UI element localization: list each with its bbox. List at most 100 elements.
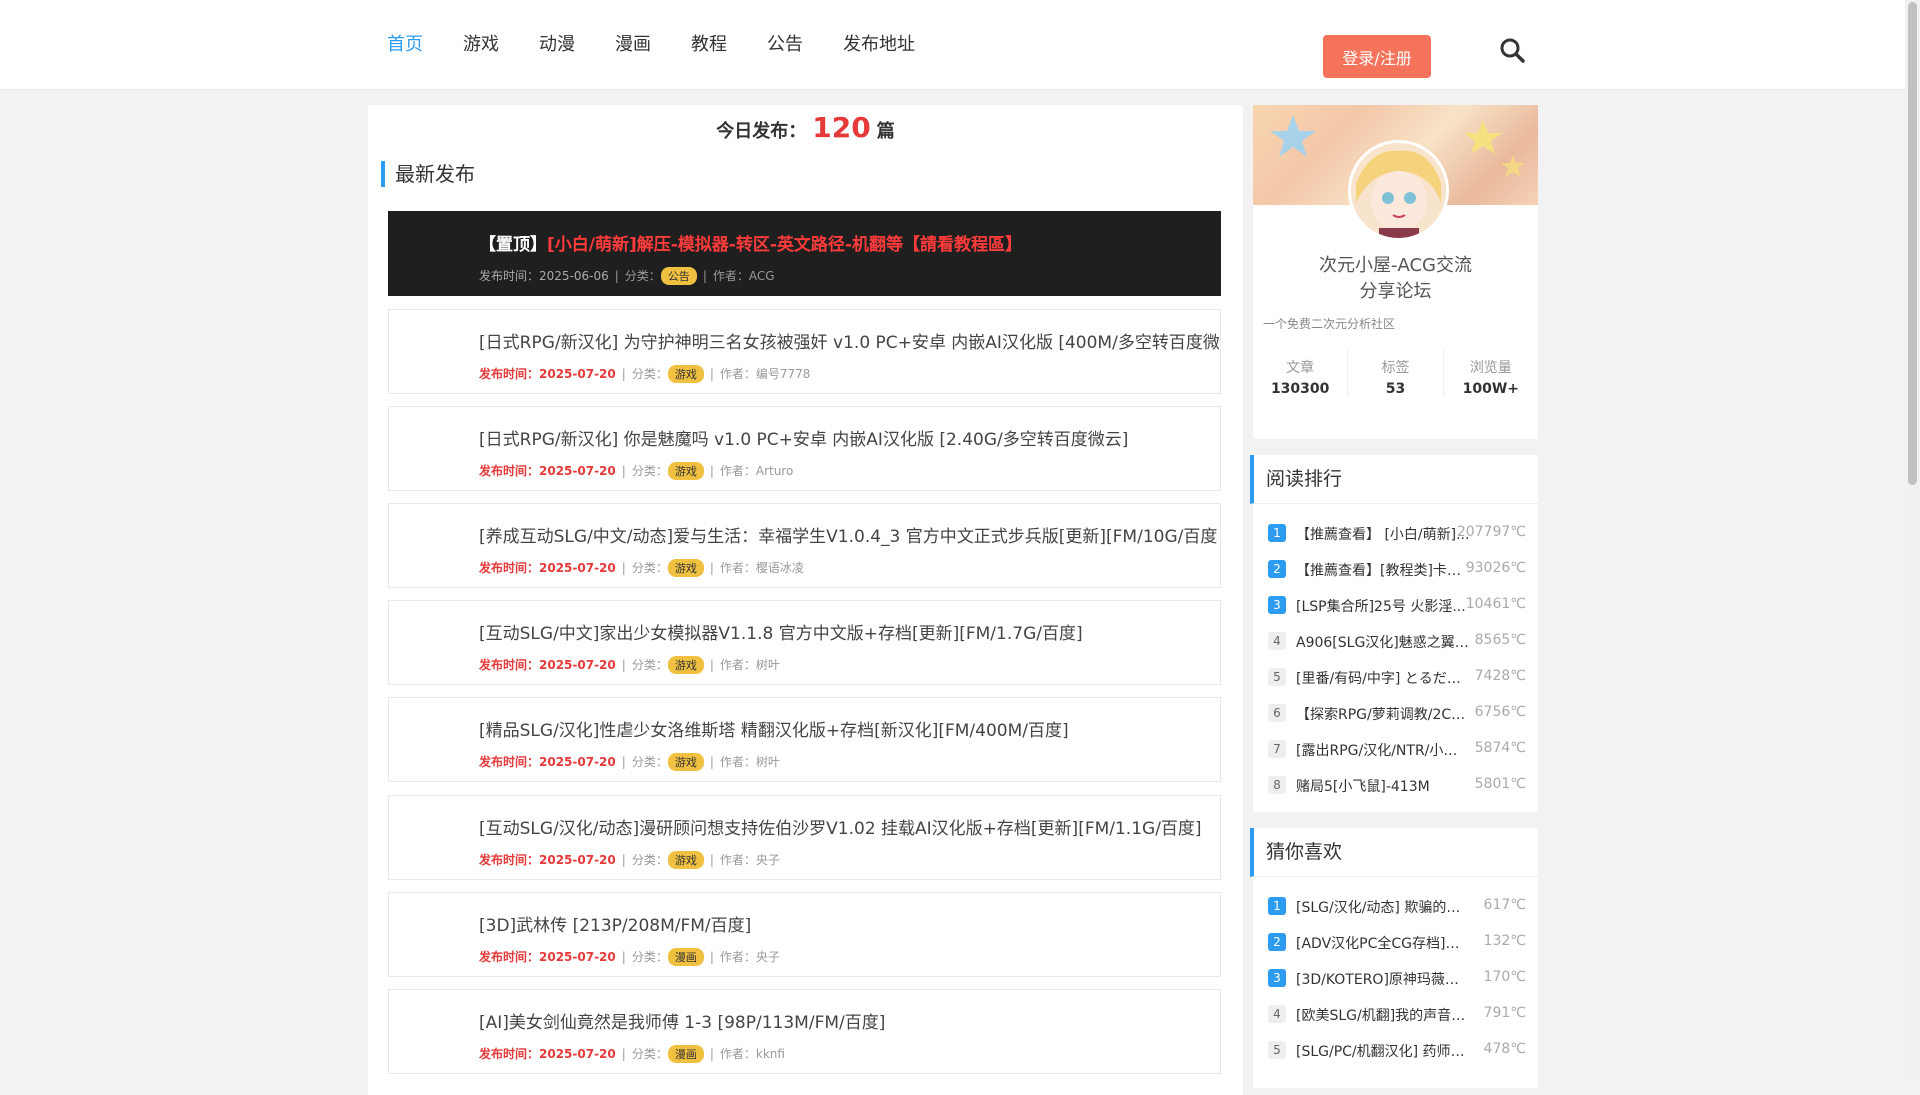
rank-title[interactable]: 【探索RPG/萝莉调教/2C】 ... — [1296, 704, 1470, 724]
post-category-badge[interactable]: 游戏 — [667, 462, 704, 480]
today-publish-count: 今日发布： 120 篇 — [368, 105, 1243, 144]
rank-title[interactable]: [LSP集合所]25号 火影淫... — [1296, 596, 1470, 616]
post-meta: 发布时间：2025-07-20 | 分类： 游戏 | 作者：央子 — [479, 851, 780, 869]
rank-count: 6756℃ — [1474, 704, 1526, 720]
stat-label: 标签 — [1381, 360, 1410, 376]
site-avatar — [1348, 140, 1449, 241]
nav-home[interactable]: 首页 — [387, 30, 423, 56]
nav-announcements[interactable]: 公告 — [767, 30, 803, 56]
post-author: 作者：央子 — [719, 853, 780, 867]
site-stats: 文章 130300 标签 53 浏览量 100W+ — [1253, 349, 1538, 397]
post-category-label: 分类： — [631, 658, 668, 672]
guess-count: 617℃ — [1483, 897, 1526, 913]
post-title[interactable]: [日式RPG/新汉化] 你是魅魔吗 v1.0 PC+安卓 内嵌AI汉化版 [2.… — [479, 425, 1219, 450]
guess-item[interactable]: 1 [SLG/汉化/动态] 欺骗的阴影... 617℃ — [1268, 894, 1526, 918]
guess-title[interactable]: [ADV汉化PC全CG存档]天空... — [1296, 933, 1470, 953]
guess-number: 3 — [1268, 969, 1286, 987]
rank-title[interactable]: [露出RPG/汉化/NTR/小马... — [1296, 740, 1470, 760]
guess-item[interactable]: 5 [SLG/PC/机翻汉化] 药师兄... 478℃ — [1268, 1038, 1526, 1062]
rank-item[interactable]: 4 A906[SLG汉化]魅惑之翼：... 8565℃ — [1268, 629, 1526, 653]
guess-item[interactable]: 3 [3D/KOTERO]原神玛薇卡-... 170℃ — [1268, 966, 1526, 990]
rank-item[interactable]: 3 [LSP集合所]25号 火影淫... 10461℃ — [1268, 593, 1526, 617]
post-category-badge[interactable]: 漫画 — [667, 948, 704, 966]
post-author: 作者：树叶 — [719, 755, 780, 769]
post-title[interactable]: 【置顶】[小白/萌新]解压-模拟器-转区-英文路径-机翻等【請看教程區】 — [479, 230, 1219, 255]
post-date: 发布时间：2025-07-20 — [479, 658, 616, 672]
post-date: 发布时间：2025-07-20 — [479, 950, 616, 964]
post-title[interactable]: [AI]美女剑仙竟然是我师傅 1-3 [98P/113M/FM/百度] — [479, 1008, 1219, 1033]
rank-item[interactable]: 6 【探索RPG/萝莉调教/2C】 ... 6756℃ — [1268, 701, 1526, 725]
guess-item[interactable]: 2 [ADV汉化PC全CG存档]天空... 132℃ — [1268, 930, 1526, 954]
nav-anime[interactable]: 动漫 — [539, 30, 575, 56]
page-scrollbar[interactable] — [1905, 0, 1920, 1080]
post-title[interactable]: [3D]武林传 [213P/208M/FM/百度] — [479, 911, 1219, 936]
post-category-badge[interactable]: 漫画 — [667, 1045, 704, 1063]
rank-title[interactable]: 赌局5[小飞鼠]-413M — [1296, 776, 1470, 796]
stat-value: 53 — [1385, 381, 1406, 397]
post-meta: 发布时间：2025-07-20 | 分类： 游戏 | 作者：樱语冰凌 — [479, 559, 804, 577]
rank-number: 6 — [1268, 704, 1286, 722]
guess-title[interactable]: [SLG/汉化/动态] 欺骗的阴影... — [1296, 897, 1470, 917]
post-category-badge[interactable]: 游戏 — [667, 365, 704, 383]
rank-title[interactable]: 【推薦查看】 [小白/萌新]... — [1296, 524, 1470, 544]
post-title[interactable]: [互动SLG/中文]家出少女模拟器V1.1.8 官方中文版+存档[更新][FM/… — [479, 619, 1219, 644]
guess-number: 5 — [1268, 1041, 1286, 1059]
nav-release-address[interactable]: 发布地址 — [843, 30, 915, 56]
guess-item[interactable]: 4 [欧美SLG/机翻]我的声音的... 791℃ — [1268, 1002, 1526, 1026]
nav-comics[interactable]: 漫画 — [615, 30, 651, 56]
post-meta: 发布时间：2025-07-20 | 分类： 游戏 | 作者：树叶 — [479, 753, 780, 771]
post-title[interactable]: [互动SLG/汉化/动态]漫研顾问想支持佐伯沙罗V1.02 挂载AI汉化版+存档… — [479, 814, 1219, 839]
post-item[interactable]: [日式RPG/新汉化] 为守护神明三名女孩被强奸 v1.0 PC+安卓 内嵌AI… — [388, 309, 1221, 394]
site-profile-card: 次元小屋-ACG交流分享论坛 一个免费二次元分析社区 文章 130300 标签 … — [1253, 105, 1538, 439]
post-author: 作者：ACG — [712, 269, 775, 283]
rank-item[interactable]: 7 [露出RPG/汉化/NTR/小马... 5874℃ — [1268, 737, 1526, 761]
post-item[interactable]: [AI]美女剑仙竟然是我师傅 1-3 [98P/113M/FM/百度] 发布时间… — [388, 989, 1221, 1074]
guess-title[interactable]: [SLG/PC/机翻汉化] 药师兄... — [1296, 1041, 1470, 1061]
guess-title[interactable]: [3D/KOTERO]原神玛薇卡-... — [1296, 969, 1470, 989]
guess-number: 2 — [1268, 933, 1286, 951]
rank-title[interactable]: 【推薦查看】[教程类]卡密... — [1296, 560, 1470, 580]
post-title[interactable]: [精品SLG/汉化]性虐少女洛维斯塔 精翻汉化版+存档[新汉化][FM/400M… — [479, 716, 1219, 741]
latest-section-title: 最新发布 — [381, 161, 475, 187]
post-category-badge[interactable]: 游戏 — [667, 559, 704, 577]
post-item-sticky[interactable]: 【置顶】[小白/萌新]解压-模拟器-转区-英文路径-机翻等【請看教程區】 发布时… — [388, 211, 1221, 296]
post-title-text[interactable]: [小白/萌新]解压-模拟器-转区-英文路径-机翻等【請看教程區】 — [547, 235, 1022, 255]
rank-count: 7428℃ — [1474, 668, 1526, 684]
nav-games[interactable]: 游戏 — [463, 30, 499, 56]
post-item[interactable]: [互动SLG/汉化/动态]漫研顾问想支持佐伯沙罗V1.02 挂载AI汉化版+存档… — [388, 795, 1221, 880]
post-item[interactable]: [日式RPG/新汉化] 你是魅魔吗 v1.0 PC+安卓 内嵌AI汉化版 [2.… — [388, 406, 1221, 491]
rank-item[interactable]: 1 【推薦查看】 [小白/萌新]... 207797℃ — [1268, 521, 1526, 545]
scrollbar-thumb[interactable] — [1908, 2, 1917, 485]
rank-item[interactable]: 5 [里番/有码/中字] とるだ屋... 7428℃ — [1268, 665, 1526, 689]
main-content: 今日发布： 120 篇 最新发布 【置顶】[小白/萌新]解压-模拟器-转区-英文路径… — [368, 105, 1243, 1095]
rank-item[interactable]: 2 【推薦查看】[教程类]卡密... 93026℃ — [1268, 557, 1526, 581]
post-item[interactable]: [3D]武林传 [213P/208M/FM/百度] 发布时间：2025-07-2… — [388, 892, 1221, 977]
post-date: 发布时间：2025-07-20 — [479, 367, 616, 381]
rank-item[interactable]: 8 赌局5[小飞鼠]-413M 5801℃ — [1268, 773, 1526, 797]
login-register-button[interactable]: 登录/注册 — [1323, 35, 1431, 78]
post-title[interactable]: [日式RPG/新汉化] 为守护神明三名女孩被强奸 v1.0 PC+安卓 内嵌AI… — [479, 328, 1219, 353]
post-category-badge[interactable]: 游戏 — [667, 753, 704, 771]
post-item[interactable]: [互动SLG/中文]家出少女模拟器V1.1.8 官方中文版+存档[更新][FM/… — [388, 600, 1221, 685]
post-meta: 发布时间：2025-07-20 | 分类： 游戏 | 作者：Arturo — [479, 462, 794, 480]
post-title[interactable]: [养成互动SLG/中文/动态]爱与生活：幸福学生V1.0.4_3 官方中文正式步… — [479, 522, 1219, 547]
guess-count: 478℃ — [1483, 1041, 1526, 1057]
post-item[interactable]: [养成互动SLG/中文/动态]爱与生活：幸福学生V1.0.4_3 官方中文正式步… — [388, 503, 1221, 588]
post-category-badge[interactable]: 游戏 — [667, 656, 704, 674]
post-category-label: 分类： — [631, 755, 668, 769]
guess-count: 791℃ — [1483, 1005, 1526, 1021]
post-category-label: 分类： — [631, 1047, 668, 1061]
rank-title[interactable]: A906[SLG汉化]魅惑之翼：... — [1296, 632, 1470, 652]
search-icon[interactable] — [1498, 36, 1526, 64]
nav-tutorials[interactable]: 教程 — [691, 30, 727, 56]
stat-label: 浏览量 — [1469, 360, 1512, 376]
guess-title[interactable]: [欧美SLG/机翻]我的声音的... — [1296, 1005, 1470, 1025]
guess-count: 170℃ — [1483, 969, 1526, 985]
post-meta: 发布时间：2025-07-20 | 分类： 漫画 | 作者：kknfi — [479, 1045, 785, 1063]
post-category-label: 分类： — [631, 464, 668, 478]
post-item[interactable]: [精品SLG/汉化]性虐少女洛维斯塔 精翻汉化版+存档[新汉化][FM/400M… — [388, 697, 1221, 782]
post-date: 发布时间：2025-06-06 — [479, 269, 609, 283]
post-category-badge[interactable]: 游戏 — [667, 851, 704, 869]
post-category-badge[interactable]: 公告 — [660, 267, 697, 285]
rank-title[interactable]: [里番/有码/中字] とるだ屋... — [1296, 668, 1470, 688]
